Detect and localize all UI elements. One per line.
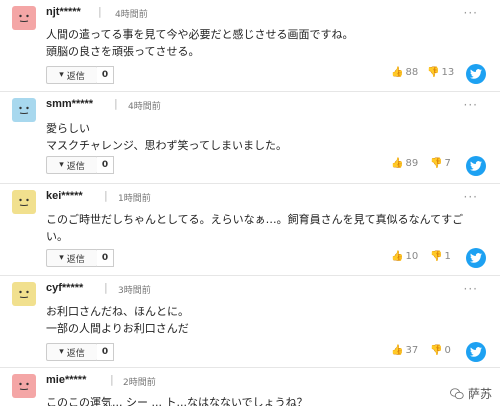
like-count: 88 — [405, 67, 419, 78]
comment-body: このこの運気... シー ... ト...なはなないでしょうね？ — [46, 394, 476, 406]
comment-body: 愛らしい マスクチャレンジ、思わず笑ってしまいました。 — [46, 120, 476, 154]
reply-button[interactable]: ▾ 返信 — [46, 66, 98, 84]
watermark: 萨苏 — [450, 385, 492, 402]
thumbs-down-icon: 👎 — [427, 67, 440, 78]
separator: | — [110, 373, 114, 386]
comment-item: njt***** | 4時間前 ··· 人間の遣ってる事を見て今や必要だと感じさ… — [0, 0, 500, 92]
username[interactable]: mie***** — [46, 374, 86, 386]
thumbs-up-icon: 👍 — [391, 67, 404, 78]
like-button[interactable]: 👍 37 — [391, 345, 418, 356]
like-button[interactable]: 👍 89 — [391, 158, 418, 169]
comment-item: cyf***** | 3時間前 ··· お利口さんだね、ほんとに。 一部の人間よ… — [0, 276, 500, 368]
thumbs-up-icon: 👍 — [391, 345, 404, 356]
reply-button[interactable]: ▾ 返信 — [46, 343, 98, 361]
dislike-button[interactable]: 👎 0 — [430, 345, 451, 356]
twitter-bird-icon — [470, 347, 482, 357]
watermark-text: 萨苏 — [467, 387, 492, 401]
username[interactable]: smm***** — [46, 98, 93, 110]
avatar[interactable] — [12, 282, 36, 306]
comment-line: 一部の人間よりお利口さんだ — [46, 322, 189, 335]
dislike-button[interactable]: 👎 1 — [430, 251, 451, 262]
username[interactable]: njt***** — [46, 6, 81, 18]
separator: | — [104, 189, 108, 202]
timestamp: 1時間前 — [118, 194, 151, 204]
comment-list: njt***** | 4時間前 ··· 人間の遣ってる事を見て今や必要だと感じさ… — [0, 0, 500, 406]
dislike-count: 1 — [444, 251, 451, 262]
comment-body: このご時世だしちゃんとしてる。えらいなぁ…。飼育員さんを見て真似るなんてすご い… — [46, 211, 476, 245]
timestamp: 4時間前 — [128, 102, 161, 112]
dislike-button[interactable]: 👎 7 — [430, 158, 451, 169]
chevron-down-icon: ▾ — [59, 160, 64, 170]
separator: | — [114, 97, 118, 110]
comment-line: このご時世だしちゃんとしてる。えらいなぁ…。飼育員さんを見て真似るなんてすご — [46, 213, 464, 226]
reply-count: 0 — [97, 343, 114, 361]
thumbs-down-icon: 👎 — [430, 251, 443, 262]
reply-label: 返信 — [66, 348, 85, 359]
thumbs-up-icon: 👍 — [391, 158, 404, 169]
like-count: 89 — [405, 158, 419, 169]
reply-button[interactable]: ▾ 返信 — [46, 156, 98, 174]
timestamp: 3時間前 — [118, 286, 151, 296]
avatar[interactable] — [12, 190, 36, 214]
twitter-bird-icon — [470, 161, 482, 171]
more-menu-icon[interactable]: ··· — [464, 282, 478, 296]
username[interactable]: cyf***** — [46, 282, 83, 294]
comment-item: kei***** | 1時間前 ··· このご時世だしちゃんとしてる。えらいなぁ… — [0, 184, 500, 276]
comment-line: このこの運気... シー ... ト...なはなないでしょうね？ — [46, 396, 308, 406]
thumbs-up-icon: 👍 — [391, 251, 404, 262]
like-button[interactable]: 👍 88 — [391, 67, 418, 78]
more-menu-icon[interactable]: ··· — [464, 6, 478, 20]
more-menu-icon[interactable]: ··· — [464, 190, 478, 204]
wechat-icon — [450, 387, 464, 399]
comment-line: い。 — [46, 230, 68, 243]
chevron-down-icon: ▾ — [59, 70, 64, 80]
twitter-share-button[interactable] — [466, 248, 486, 268]
dislike-count: 7 — [444, 158, 451, 169]
comment-body: 人間の遣ってる事を見て今や必要だと感じさせる画面ですね。 頭脳の良さを頑張ってさ… — [46, 26, 476, 60]
timestamp: 4時間前 — [115, 10, 148, 20]
like-button[interactable]: 👍 10 — [391, 251, 418, 262]
separator: | — [98, 5, 102, 18]
thumbs-down-icon: 👎 — [430, 158, 443, 169]
reply-count: 0 — [97, 156, 114, 174]
reply-button[interactable]: ▾ 返信 — [46, 249, 98, 267]
reply-count: 0 — [97, 66, 114, 84]
twitter-bird-icon — [470, 253, 482, 263]
twitter-share-button[interactable] — [466, 64, 486, 84]
comment-line: 人間の遣ってる事を見て今や必要だと感じさせる画面ですね。 — [46, 28, 354, 41]
avatar[interactable] — [12, 6, 36, 30]
comment-line: マスクチャレンジ、思わず笑ってしまいました。 — [46, 139, 288, 152]
comment-body: お利口さんだね、ほんとに。 一部の人間よりお利口さんだ — [46, 303, 476, 337]
timestamp: 2時間前 — [123, 378, 156, 388]
dislike-count: 13 — [441, 67, 455, 78]
chevron-down-icon: ▾ — [59, 253, 64, 263]
twitter-share-button[interactable] — [466, 342, 486, 362]
reply-label: 返信 — [66, 71, 85, 82]
separator: | — [104, 281, 108, 294]
twitter-share-button[interactable] — [466, 156, 486, 176]
twitter-bird-icon — [470, 69, 482, 79]
dislike-button[interactable]: 👎 13 — [427, 67, 454, 78]
comment-item: smm***** | 4時間前 ··· 愛らしい マスクチャレンジ、思わず笑って… — [0, 92, 500, 184]
dislike-count: 0 — [444, 345, 451, 356]
comment-line: お利口さんだね、ほんとに。 — [46, 305, 189, 318]
thumbs-down-icon: 👎 — [430, 345, 443, 356]
comment-line: 愛らしい — [46, 122, 90, 135]
comment-item: mie***** | 2時間前 このこの運気... シー ... ト...なはな… — [0, 368, 500, 406]
more-menu-icon[interactable]: ··· — [464, 98, 478, 112]
chevron-down-icon: ▾ — [59, 347, 64, 357]
like-count: 10 — [405, 251, 419, 262]
reply-label: 返信 — [66, 161, 85, 172]
avatar[interactable] — [12, 374, 36, 398]
reply-count: 0 — [97, 249, 114, 267]
avatar[interactable] — [12, 98, 36, 122]
comment-line: 頭脳の良さを頑張ってさせる。 — [46, 45, 200, 58]
reply-label: 返信 — [66, 254, 85, 265]
username[interactable]: kei***** — [46, 190, 83, 202]
like-count: 37 — [405, 345, 419, 356]
